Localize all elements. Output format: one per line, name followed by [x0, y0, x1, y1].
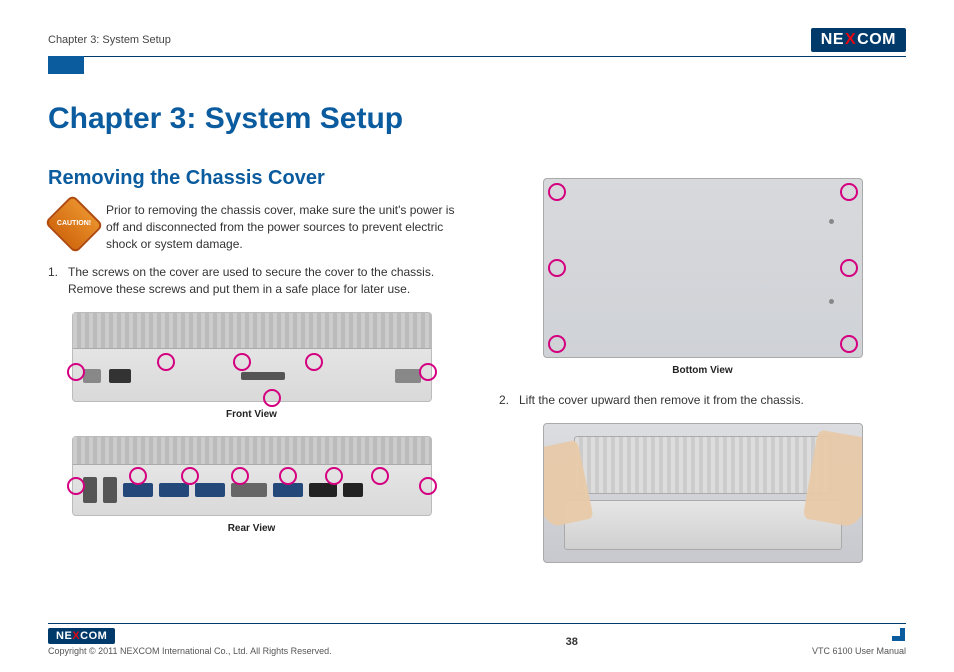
header-rule: [48, 56, 906, 57]
screw-marker: [233, 353, 251, 371]
step-1-number: 1.: [48, 264, 62, 298]
figure-rear-view: [72, 436, 432, 516]
page-footer: NEXCOM Copyright © 2011 NEXCOM Internati…: [48, 623, 906, 656]
step-1-text: The screws on the cover are used to secu…: [68, 264, 455, 298]
screw-marker: [181, 467, 199, 485]
caption-rear: Rear View: [48, 522, 455, 536]
caution-block: CAUTION! Prior to removing the chassis c…: [48, 202, 455, 252]
footer-logo: NEXCOM: [48, 628, 115, 644]
section-heading: Removing the Chassis Cover: [48, 164, 455, 192]
header-accent-block: [48, 56, 84, 74]
copyright-text: Copyright © 2011 NEXCOM International Co…: [48, 646, 332, 656]
breadcrumb: Chapter 3: System Setup: [48, 34, 171, 46]
screw-marker: [67, 363, 85, 381]
caution-icon: CAUTION!: [44, 194, 103, 253]
manual-name: VTC 6100 User Manual: [812, 646, 906, 656]
caption-front: Front View: [48, 408, 455, 422]
step-2-number: 2.: [499, 392, 513, 409]
screw-marker: [840, 335, 858, 353]
screw-marker: [231, 467, 249, 485]
step-2: 2. Lift the cover upward then remove it …: [499, 392, 906, 409]
screw-marker: [129, 467, 147, 485]
screw-marker: [548, 259, 566, 277]
screw-marker: [371, 467, 389, 485]
figure-bottom-view: [543, 178, 863, 358]
corner-mark-icon: [892, 628, 906, 642]
caution-text: Prior to removing the chassis cover, mak…: [106, 202, 455, 252]
screw-marker: [419, 363, 437, 381]
figure-lift-cover: [543, 423, 863, 563]
page-number: 38: [566, 636, 578, 648]
screw-marker: [548, 335, 566, 353]
screw-marker: [325, 467, 343, 485]
screw-marker: [305, 353, 323, 371]
screw-marker: [263, 389, 281, 407]
left-column: Removing the Chassis Cover CAUTION! Prio…: [48, 164, 455, 569]
screw-marker: [157, 353, 175, 371]
screw-marker: [840, 259, 858, 277]
right-column: Bottom View 2. Lift the cover upward the…: [499, 164, 906, 569]
step-1: 1. The screws on the cover are used to s…: [48, 264, 455, 298]
screw-marker: [419, 477, 437, 495]
figure-front-view: [72, 312, 432, 402]
chapter-title: Chapter 3: System Setup: [48, 102, 906, 136]
caption-bottom: Bottom View: [499, 364, 906, 378]
screw-marker: [840, 183, 858, 201]
screw-marker: [548, 183, 566, 201]
screw-marker: [67, 477, 85, 495]
step-2-text: Lift the cover upward then remove it fro…: [519, 392, 804, 409]
screw-marker: [279, 467, 297, 485]
brand-logo: NEXCOM: [811, 28, 906, 52]
